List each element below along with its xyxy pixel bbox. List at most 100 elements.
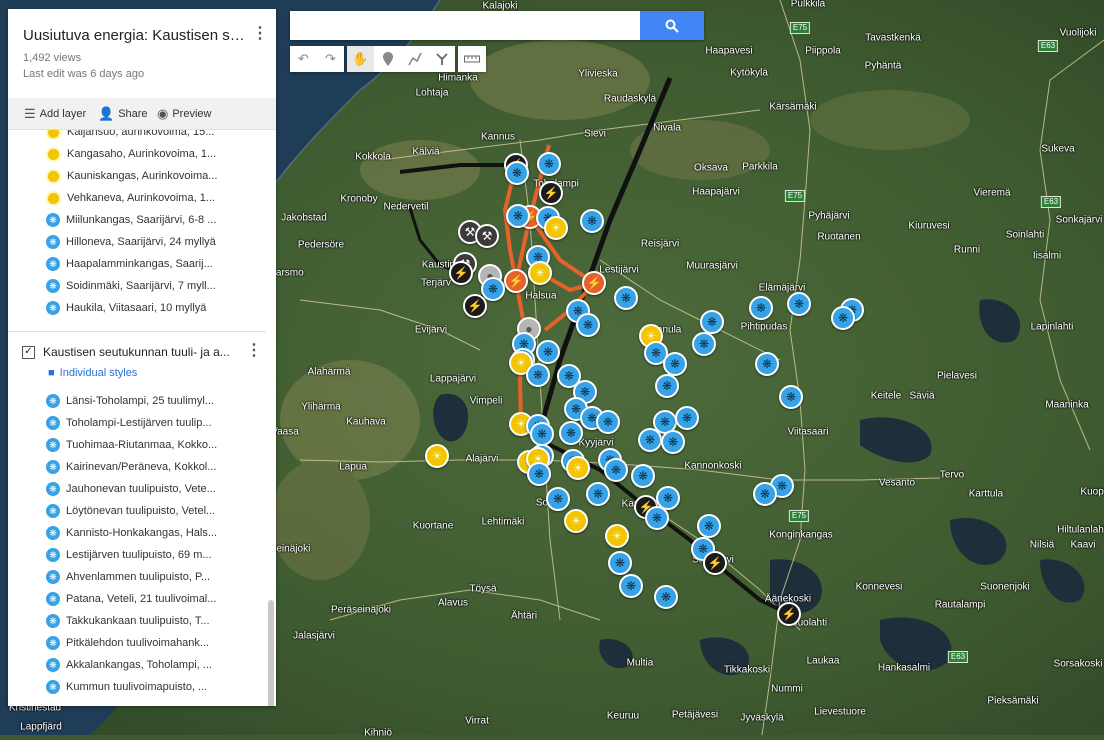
list-item[interactable]: ❋ Soidinmäki, Saarijärvi, 7 myll...	[46, 275, 261, 297]
wind-turbine-marker[interactable]: ❋	[692, 332, 716, 356]
map-title[interactable]: Uusiutuva energia: Kaustisen seutukunnan…	[23, 27, 245, 44]
wind-turbine-marker[interactable]: ❋	[619, 574, 643, 598]
layer-checkbox[interactable]: ✓	[22, 345, 35, 359]
layer-header[interactable]: ✓ Kaustisen seutukunnan tuuli- ja a...	[22, 341, 262, 363]
ruler-icon[interactable]	[458, 46, 485, 72]
wind-turbine-marker[interactable]: ❋	[661, 430, 685, 454]
wind-turbine-icon: ❋	[46, 548, 60, 562]
solar-marker[interactable]: ☀	[528, 261, 552, 285]
search-input[interactable]	[290, 11, 640, 40]
solar-marker[interactable]: ☀	[564, 509, 588, 533]
redo-icon[interactable]: ↷	[317, 46, 344, 72]
wind-turbine-marker[interactable]: ❋	[546, 487, 570, 511]
wind-turbine-marker[interactable]: ❋	[481, 277, 505, 301]
wind-turbine-marker[interactable]: ❋	[638, 428, 662, 452]
list-item[interactable]: ❋ Miilunkangas, Saarijärvi, 6-8 ...	[46, 209, 261, 231]
list-item[interactable]: ❋ Haukila, Viitasaari, 10 myllyä	[46, 297, 261, 319]
list-item[interactable]: ❋ Lestijärven tuulipuisto, 69 m...	[46, 544, 261, 566]
wind-turbine-marker[interactable]: ❋	[787, 292, 811, 316]
search-button[interactable]	[640, 11, 704, 40]
wind-turbine-marker[interactable]: ❋	[576, 313, 600, 337]
list-item[interactable]: Vehkaneva, Aurinkovoima, 1...	[46, 187, 261, 209]
power-station-marker[interactable]: ⚡	[703, 551, 727, 575]
list-item[interactable]: ❋ Kairinevan/Peräneva, Kokkol...	[46, 456, 261, 478]
wind-turbine-marker[interactable]: ❋	[655, 374, 679, 398]
add-layer-button[interactable]: ☰ Add layer	[24, 98, 86, 129]
layer-options-icon[interactable]: ⋮	[246, 342, 262, 360]
power-station-marker[interactable]: ⚡	[449, 261, 473, 285]
place-label: Keuruu	[606, 710, 640, 722]
wind-turbine-marker[interactable]: ❋	[645, 506, 669, 530]
wind-turbine-marker[interactable]: ❋	[559, 421, 583, 445]
wind-turbine-marker[interactable]: ❋	[755, 352, 779, 376]
wind-turbine-marker[interactable]: ❋	[700, 310, 724, 334]
list-item[interactable]: ❋ Hilloneva, Saarijärvi, 24 myllyä	[46, 231, 261, 253]
list-item[interactable]: ❋ Patana, Veteli, 21 tuulivoimal...	[46, 588, 261, 610]
wind-turbine-marker[interactable]: ❋	[527, 462, 551, 486]
wind-turbine-marker[interactable]: ❋	[614, 286, 638, 310]
list-item[interactable]: Kaijansuo, aurinkovoima, 15...	[46, 130, 261, 143]
list-item[interactable]: Kangasaho, Aurinkovoima, 1...	[46, 143, 261, 165]
wind-turbine-marker[interactable]: ❋	[831, 306, 855, 330]
undo-icon[interactable]: ↶	[290, 46, 317, 72]
wind-turbine-marker[interactable]: ❋	[604, 458, 628, 482]
tools-marker[interactable]: ⚒	[475, 224, 499, 248]
individual-styles-link[interactable]: ■ Individual styles	[48, 367, 137, 379]
wind-turbine-marker[interactable]: ❋	[608, 551, 632, 575]
wind-turbine-marker[interactable]: ❋	[749, 296, 773, 320]
solar-marker[interactable]: ☀	[544, 216, 568, 240]
wind-turbine-marker[interactable]: ❋	[697, 514, 721, 538]
solar-marker[interactable]: ☀	[566, 456, 590, 480]
wind-turbine-marker[interactable]: ❋	[580, 209, 604, 233]
wind-turbine-marker[interactable]: ❋	[530, 422, 554, 446]
solar-marker[interactable]: ☀	[605, 524, 629, 548]
solar-marker[interactable]: ☀	[425, 444, 449, 468]
list-item[interactable]: ❋ Länsi-Toholampi, 25 tuulimyl...	[46, 390, 261, 412]
place-label: Muurasjärvi	[686, 260, 738, 272]
list-item[interactable]: ❋ Jauhonevan tuulipuisto, Vete...	[46, 478, 261, 500]
share-button[interactable]: 👤 Share	[98, 98, 148, 129]
wind-turbine-marker[interactable]: ❋	[506, 204, 530, 228]
map-options-icon[interactable]: ⋮	[252, 25, 268, 43]
place-label: Pyhäntä	[864, 60, 902, 72]
marker-icon[interactable]	[374, 46, 401, 72]
wind-turbine-marker[interactable]: ❋	[753, 482, 777, 506]
power-station-marker[interactable]: ⚡	[777, 602, 801, 626]
hand-icon[interactable]: ✋	[347, 46, 374, 72]
wind-turbine-marker[interactable]: ❋	[663, 352, 687, 376]
list-item[interactable]: ❋ Kummun tuulivoimapuisto, ...	[46, 676, 261, 698]
list-item[interactable]: ❋ Tuohimaa-Riutanmaa, Kokko...	[46, 434, 261, 456]
wind-turbine-marker[interactable]: ❋	[675, 406, 699, 430]
list-item[interactable]: ❋ Toholampi-Lestijärven tuulip...	[46, 412, 261, 434]
wind-turbine-icon: ❋	[46, 213, 60, 227]
list-item[interactable]: ❋ Pitkälehdon tuulivoimahank...	[46, 632, 261, 654]
power-station-marker[interactable]: ⚡	[539, 181, 563, 205]
list-item[interactable]: ❋ Ahvenlammen tuulipuisto, P...	[46, 566, 261, 588]
wind-turbine-marker[interactable]: ❋	[536, 340, 560, 364]
wind-turbine-marker[interactable]: ❋	[779, 385, 803, 409]
panel-scrollbar[interactable]	[268, 600, 274, 706]
list-item[interactable]: ❋ Takkukankaan tuulipuisto, T...	[46, 610, 261, 632]
list-item[interactable]: ❋ Haapalamminkangas, Saarij...	[46, 253, 261, 275]
wind-turbine-marker[interactable]: ❋	[596, 410, 620, 434]
power-marker[interactable]: ⚡	[504, 269, 528, 293]
power-marker[interactable]: ⚡	[582, 271, 606, 295]
line-icon[interactable]	[401, 46, 428, 72]
wind-turbine-marker[interactable]: ❋	[586, 482, 610, 506]
wind-turbine-marker[interactable]: ❋	[537, 152, 561, 176]
list-item[interactable]: Kauniskangas, Aurinkovoima...	[46, 165, 261, 187]
wind-turbine-icon: ❋	[46, 438, 60, 452]
list-item[interactable]: ❋ Kannisto-Honkakangas, Hals...	[46, 522, 261, 544]
place-label: Kauhava	[346, 416, 386, 428]
list-item[interactable]: ❋ Akkalankangas, Toholampi, ...	[46, 654, 261, 676]
list-item[interactable]: ❋ Löytönevan tuulipuisto, Vetel...	[46, 500, 261, 522]
wind-turbine-marker[interactable]: ❋	[526, 363, 550, 387]
power-station-marker[interactable]: ⚡	[463, 294, 487, 318]
place-label: Kannus	[481, 131, 515, 143]
wind-turbine-marker[interactable]: ❋	[654, 585, 678, 609]
wind-turbine-marker[interactable]: ❋	[631, 464, 655, 488]
place-label: Kannonkoski	[684, 460, 742, 472]
route-icon[interactable]	[428, 46, 455, 72]
wind-turbine-marker[interactable]: ❋	[505, 161, 529, 185]
preview-button[interactable]: ◉ Preview	[157, 98, 211, 129]
